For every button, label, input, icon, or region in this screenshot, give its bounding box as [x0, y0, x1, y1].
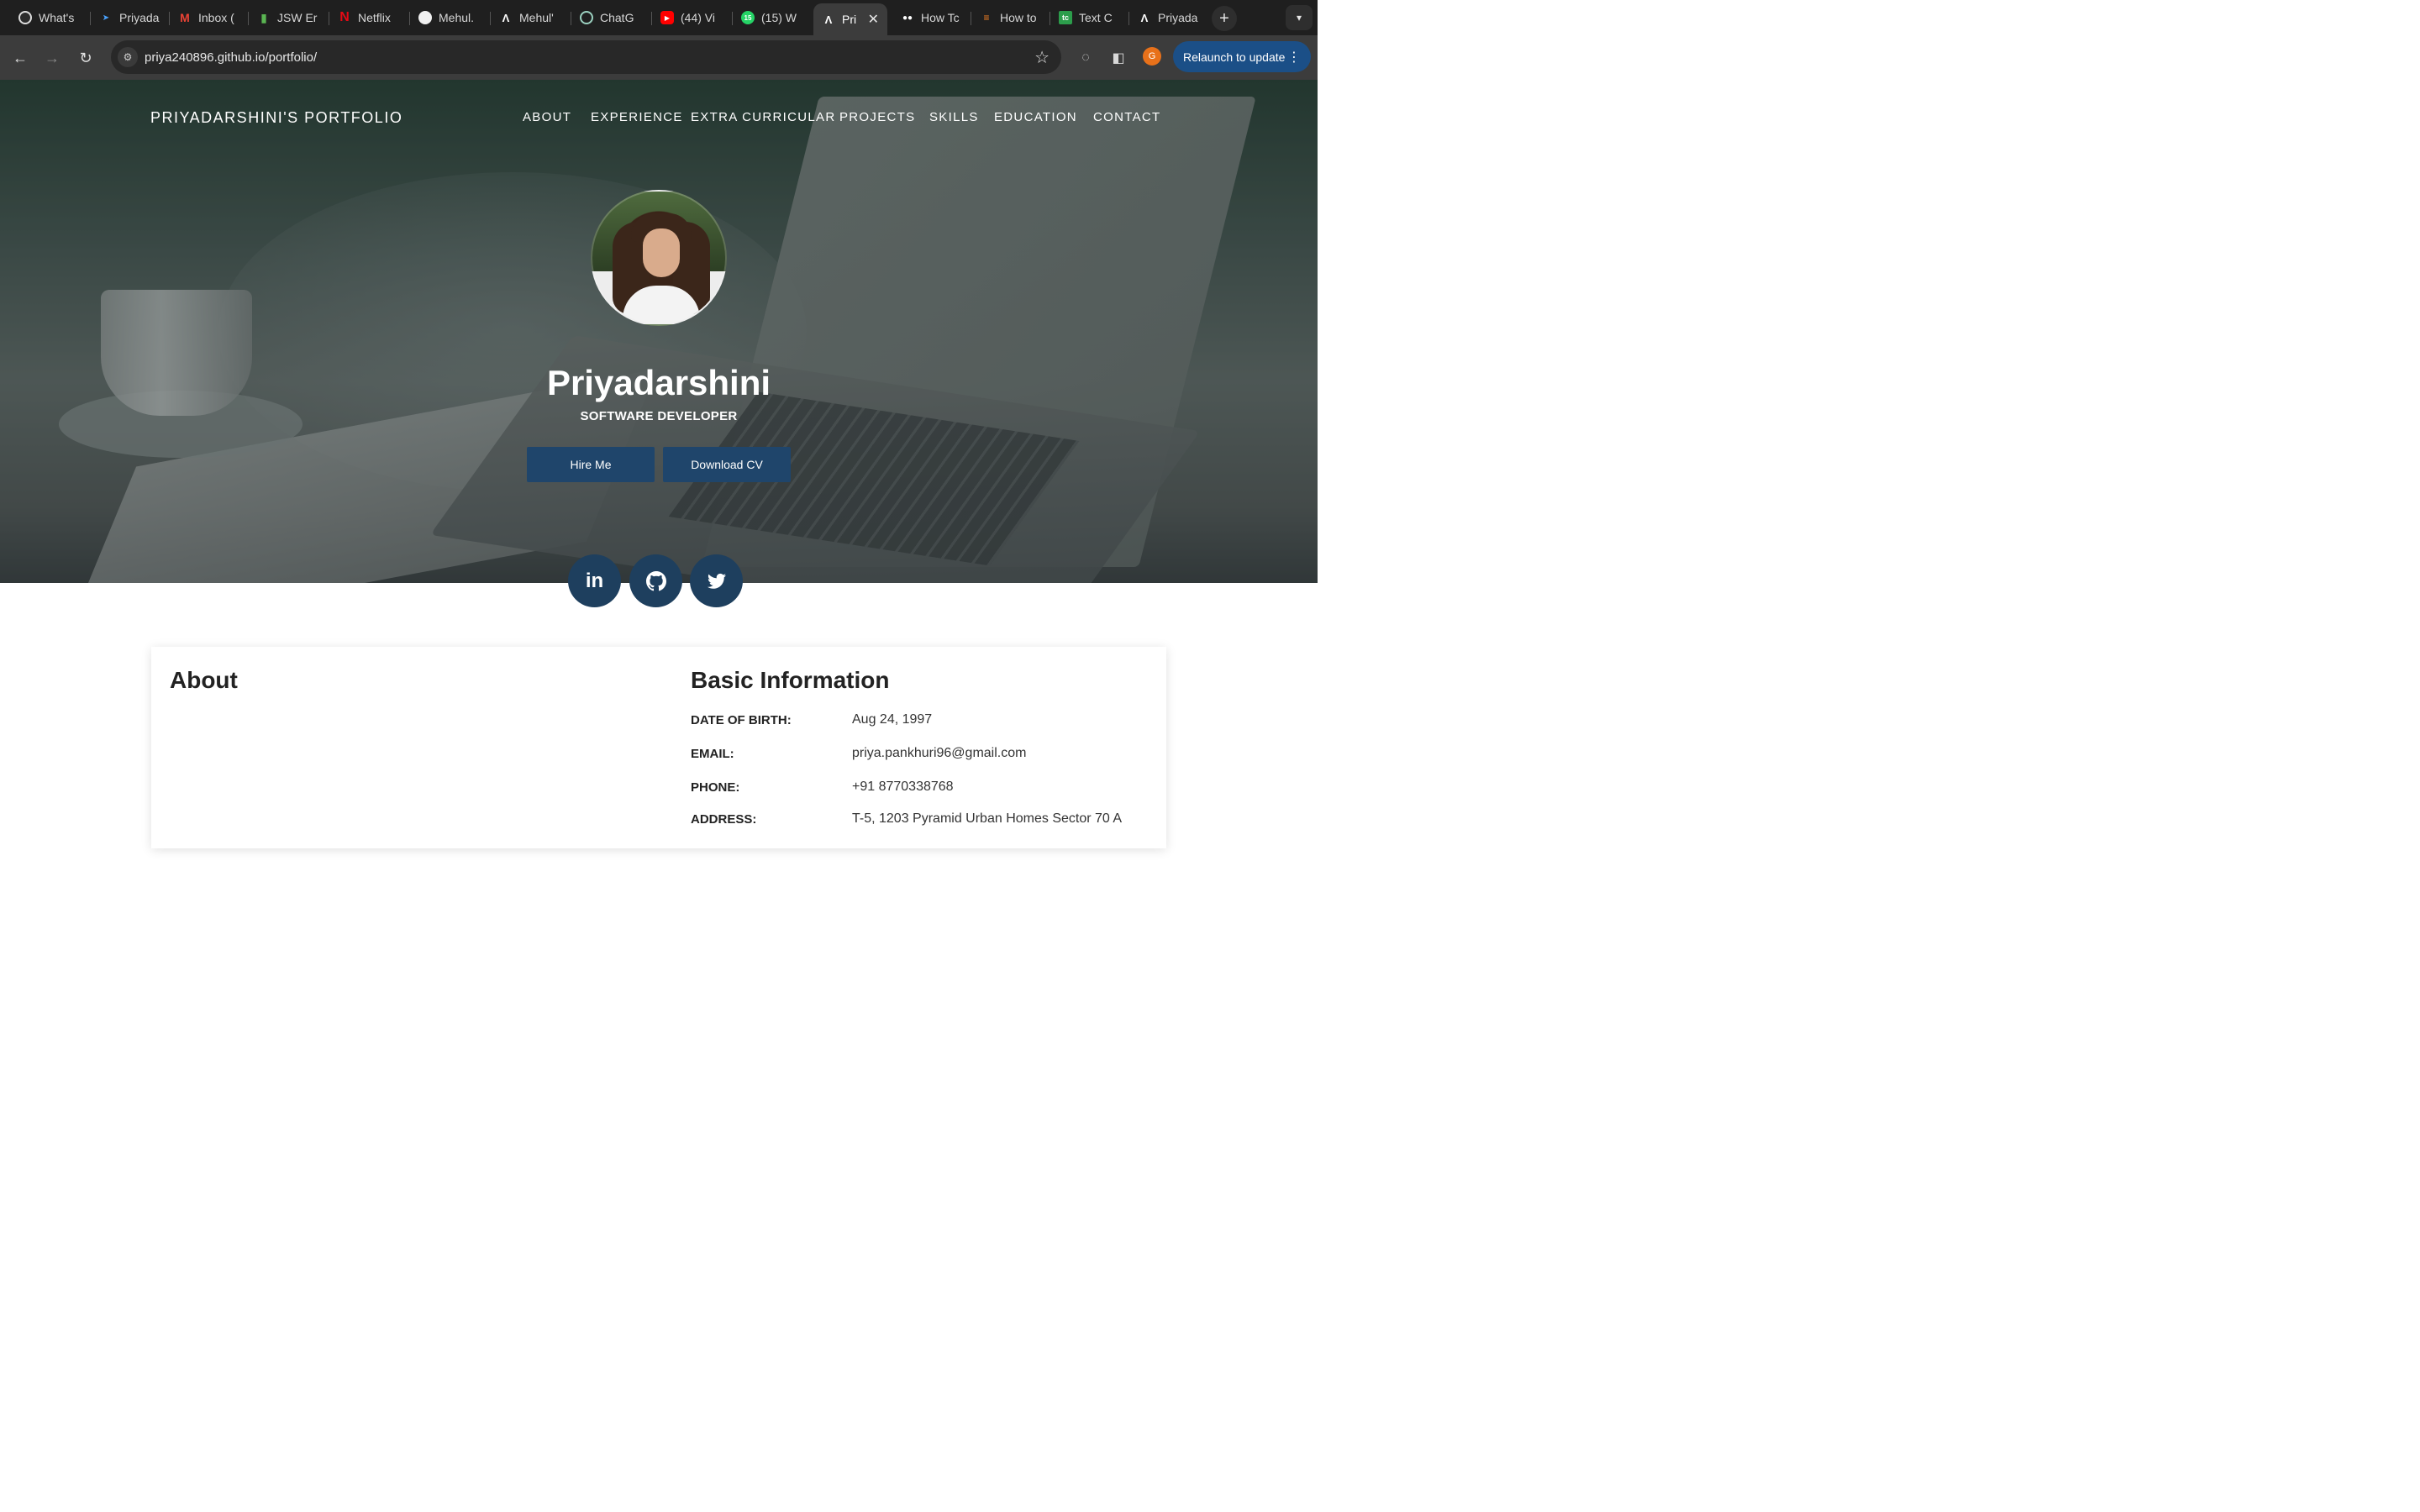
- tab-label: ChatG: [600, 11, 634, 24]
- tab-label: Mehul.: [439, 11, 475, 24]
- linkedin-button[interactable]: in: [568, 554, 621, 607]
- download-cv-button[interactable]: Download CV: [663, 447, 791, 482]
- side-panel-icon[interactable]: ◧: [1107, 47, 1129, 69]
- browser-tab[interactable]: Λ Mehul': [491, 5, 571, 30]
- tab-search-button[interactable]: ▾: [1286, 5, 1313, 30]
- address-value: T-5, 1203 Pyramid Urban Homes Sector 70 …: [852, 811, 1123, 826]
- hire-me-button[interactable]: Hire Me: [527, 447, 655, 482]
- profile-photo: [591, 190, 727, 326]
- hero-overlay: [0, 80, 1318, 583]
- close-icon[interactable]: ✕: [868, 11, 879, 28]
- chrome-icon: [18, 11, 32, 24]
- chatgpt-icon: [580, 11, 593, 24]
- tab-label: Inbox (: [198, 11, 234, 24]
- about-heading: About: [170, 667, 238, 693]
- hero-name: Priyadarshini: [546, 363, 771, 402]
- tab-label: JSW Er: [277, 11, 318, 24]
- dob-value: Aug 24, 1997: [852, 712, 933, 727]
- nav-extra-curricular[interactable]: EXTRA CURRICULAR: [691, 110, 836, 124]
- tc-icon: tc: [1059, 11, 1072, 24]
- nav-education[interactable]: EDUCATION: [994, 110, 1077, 124]
- tab-label: Pri: [842, 13, 857, 26]
- tab-label: Netflix: [358, 11, 391, 24]
- letter-a-icon: Λ: [1140, 11, 1149, 24]
- address-bar[interactable]: ⚙ priya240896.github.io/portfolio/ ☆: [111, 40, 1061, 74]
- site-brand[interactable]: PRIYADARSHINI'S PORTFOLIO: [150, 109, 402, 127]
- url-text[interactable]: priya240896.github.io/portfolio/: [145, 50, 317, 65]
- browser-tab[interactable]: 15 (15) W: [733, 5, 812, 30]
- browser-tab[interactable]: ChatG: [571, 5, 652, 30]
- relaunch-label: Relaunch to update: [1183, 50, 1286, 64]
- browser-tab[interactable]: ▶ (44) Vi: [652, 5, 733, 30]
- more-menu-icon[interactable]: ⋮: [1287, 49, 1301, 66]
- whatsapp-icon: 15: [741, 11, 755, 24]
- bookmark-star-icon[interactable]: ☆: [1034, 47, 1050, 68]
- medium-icon: ●●: [902, 13, 913, 23]
- tab-label: (15) W: [761, 11, 797, 24]
- address-label: ADDRESS:: [691, 812, 757, 827]
- linkedin-icon: in: [585, 569, 604, 592]
- tab-label: Mehul': [519, 11, 554, 24]
- tab-label: Text C: [1079, 11, 1113, 24]
- github-icon: [645, 570, 666, 591]
- twitter-button[interactable]: [690, 554, 743, 607]
- nav-projects[interactable]: PROJECTS: [839, 110, 915, 124]
- unread-badge: 15: [744, 13, 752, 22]
- stackoverflow-icon: ≡: [983, 12, 990, 24]
- profile-initial: G: [1148, 51, 1156, 61]
- browser-tab[interactable]: ▮ JSW Er: [249, 5, 329, 30]
- site-settings-icon[interactable]: ⚙: [118, 47, 138, 67]
- nav-contact[interactable]: CONTACT: [1093, 110, 1160, 124]
- forward-button[interactable]: →: [39, 45, 65, 71]
- photo-face: [643, 228, 680, 277]
- back-button[interactable]: ←: [8, 45, 33, 71]
- browser-tab-strip: What's ➤ Priyada M Inbox ( ▮ JSW Er N Ne…: [0, 0, 1318, 35]
- bar-chart-icon: ▮: [260, 10, 267, 24]
- reload-button[interactable]: ↻: [73, 45, 98, 71]
- browser-toolbar: ← → ↻ ⚙ priya240896.github.io/portfolio/…: [0, 35, 1318, 80]
- bird-icon: ➤: [102, 13, 110, 23]
- tc-icon-text: tc: [1061, 13, 1069, 22]
- browser-tab[interactable]: ●● How Tc: [892, 5, 971, 30]
- relaunch-button[interactable]: Relaunch to update ⋮: [1173, 41, 1311, 72]
- dob-label: DATE OF BIRTH:: [691, 713, 792, 727]
- browser-tab[interactable]: N Netflix: [329, 5, 410, 30]
- youtube-icon: ▶: [660, 11, 674, 24]
- browser-tab[interactable]: ≡ How to: [971, 5, 1050, 30]
- tab-label: Priyada: [119, 11, 160, 24]
- letter-a-icon: Λ: [502, 11, 510, 24]
- tab-label: (44) Vi: [681, 11, 715, 24]
- gmail-icon: M: [180, 11, 190, 24]
- about-card: About Basic Information DATE OF BIRTH: A…: [151, 647, 1166, 848]
- twitter-icon: [707, 573, 726, 589]
- hero-role: SOFTWARE DEVELOPER: [580, 409, 738, 423]
- browser-tab[interactable]: Λ Priyada: [1129, 5, 1208, 30]
- tab-label: How to: [1000, 11, 1037, 24]
- phone-value: +91 8770338768: [852, 780, 954, 794]
- email-label: EMAIL:: [691, 747, 734, 761]
- netflix-icon: N: [339, 10, 350, 24]
- browser-tab[interactable]: M Inbox (: [170, 5, 249, 30]
- phone-label: PHONE:: [691, 780, 740, 795]
- hero-section: [0, 80, 1318, 583]
- nav-experience[interactable]: EXPERIENCE: [591, 110, 683, 124]
- browser-tab[interactable]: ➤ Priyada: [91, 5, 170, 30]
- browser-tab[interactable]: Mehul.: [410, 5, 491, 30]
- email-value[interactable]: priya.pankhuri96@gmail.com: [852, 746, 1026, 761]
- nav-skills[interactable]: SKILLS: [929, 110, 979, 124]
- tab-label: How Tc: [921, 11, 960, 24]
- basic-info-heading: Basic Information: [691, 667, 890, 693]
- profile-avatar[interactable]: G: [1143, 47, 1161, 66]
- github-icon: [418, 11, 432, 24]
- browser-tab[interactable]: What's: [10, 5, 91, 30]
- browser-tab[interactable]: tc Text C: [1050, 5, 1129, 30]
- github-button[interactable]: [629, 554, 682, 607]
- new-tab-button[interactable]: +: [1212, 6, 1237, 31]
- tab-label: What's: [39, 11, 75, 24]
- letter-a-icon: Λ: [824, 13, 833, 26]
- performance-icon[interactable]: ◌: [1075, 47, 1097, 69]
- nav-about[interactable]: ABOUT: [523, 110, 571, 124]
- tab-label: Priyada: [1158, 11, 1198, 24]
- browser-tab-active[interactable]: Λ Pri ✕: [813, 3, 887, 35]
